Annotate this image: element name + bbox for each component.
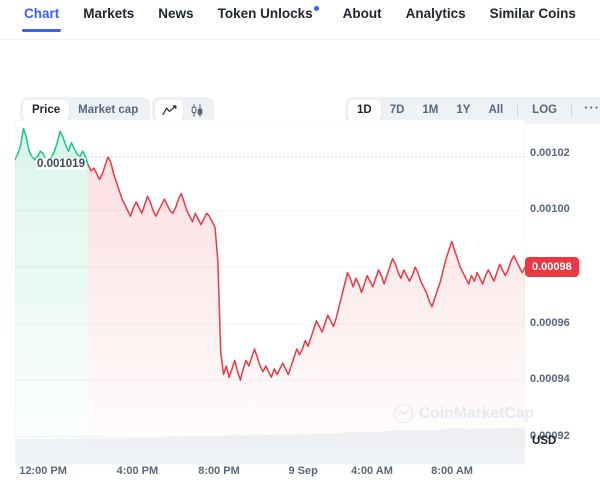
tab-token-unlocks-label: Token Unlocks (217, 6, 313, 22)
x-axis-tick-label: 9 Sep (288, 465, 318, 477)
x-axis-tick-label: 8:00 AM (431, 465, 473, 477)
chart-toolbar: Price Market cap 1D 7D 1M 1Y All LOG ··· (0, 40, 600, 124)
open-price-annotation: 0.001019 (36, 157, 86, 170)
tab-news-label: News (158, 6, 194, 22)
coinmarketcap-watermark: CoinMarketCap (393, 403, 534, 424)
tab-markets-label: Markets (83, 6, 135, 22)
currency-label: USD (532, 435, 557, 447)
x-axis-tick-label: 4:00 AM (351, 465, 393, 477)
x-axis-tick-label: 4:00 PM (116, 465, 159, 477)
y-axis-tick-label: 0.00100 (530, 203, 570, 216)
chart-x-axis: 12:00 PM 4:00 PM 8:00 PM 9 Sep 4:00 AM 8:00 A… (0, 465, 600, 495)
y-axis-tick-label: 0.00102 (530, 146, 570, 159)
token-unlocks-badge-dot-icon (313, 5, 319, 11)
chart-nav-tabs: Chart Markets News Token Unlocks About A… (0, 0, 600, 40)
tab-chart[interactable]: Chart (21, 6, 62, 32)
tab-markets[interactable]: Markets (83, 7, 134, 32)
x-axis-tick-label: 8:00 PM (198, 465, 240, 477)
y-axis-tick-label: 0.00096 (530, 316, 570, 329)
tab-about-label: About (342, 6, 382, 22)
current-price-badge: 0.00098 (525, 257, 579, 278)
coinmarketcap-logo-icon (393, 403, 414, 424)
tab-analytics[interactable]: Analytics (406, 7, 466, 32)
watermark-text: CoinMarketCap (419, 404, 534, 422)
chart-y-axis: 0.00102 0.00100 0.00098 0.00096 0.00094 0.000… (525, 110, 600, 500)
x-axis-tick-label: 12:00 PM (19, 465, 67, 477)
tab-similar-coins-label: Similar Coins (489, 6, 576, 22)
price-chart-panel: 0.001019 CoinMarketCap 0.00102 0.00100 0.0… (0, 110, 600, 500)
tab-token-unlocks[interactable]: Token Unlocks (217, 5, 319, 32)
tab-similar-coins[interactable]: Similar Coins (490, 7, 576, 32)
tab-chart-label: Chart (24, 6, 60, 22)
tab-analytics-label: Analytics (405, 6, 466, 22)
chart-plot-area[interactable]: 0.001019 CoinMarketCap (15, 120, 534, 465)
tab-about[interactable]: About (343, 7, 382, 32)
y-axis-tick-label: 0.00094 (530, 373, 570, 386)
tab-news[interactable]: News (158, 7, 193, 32)
